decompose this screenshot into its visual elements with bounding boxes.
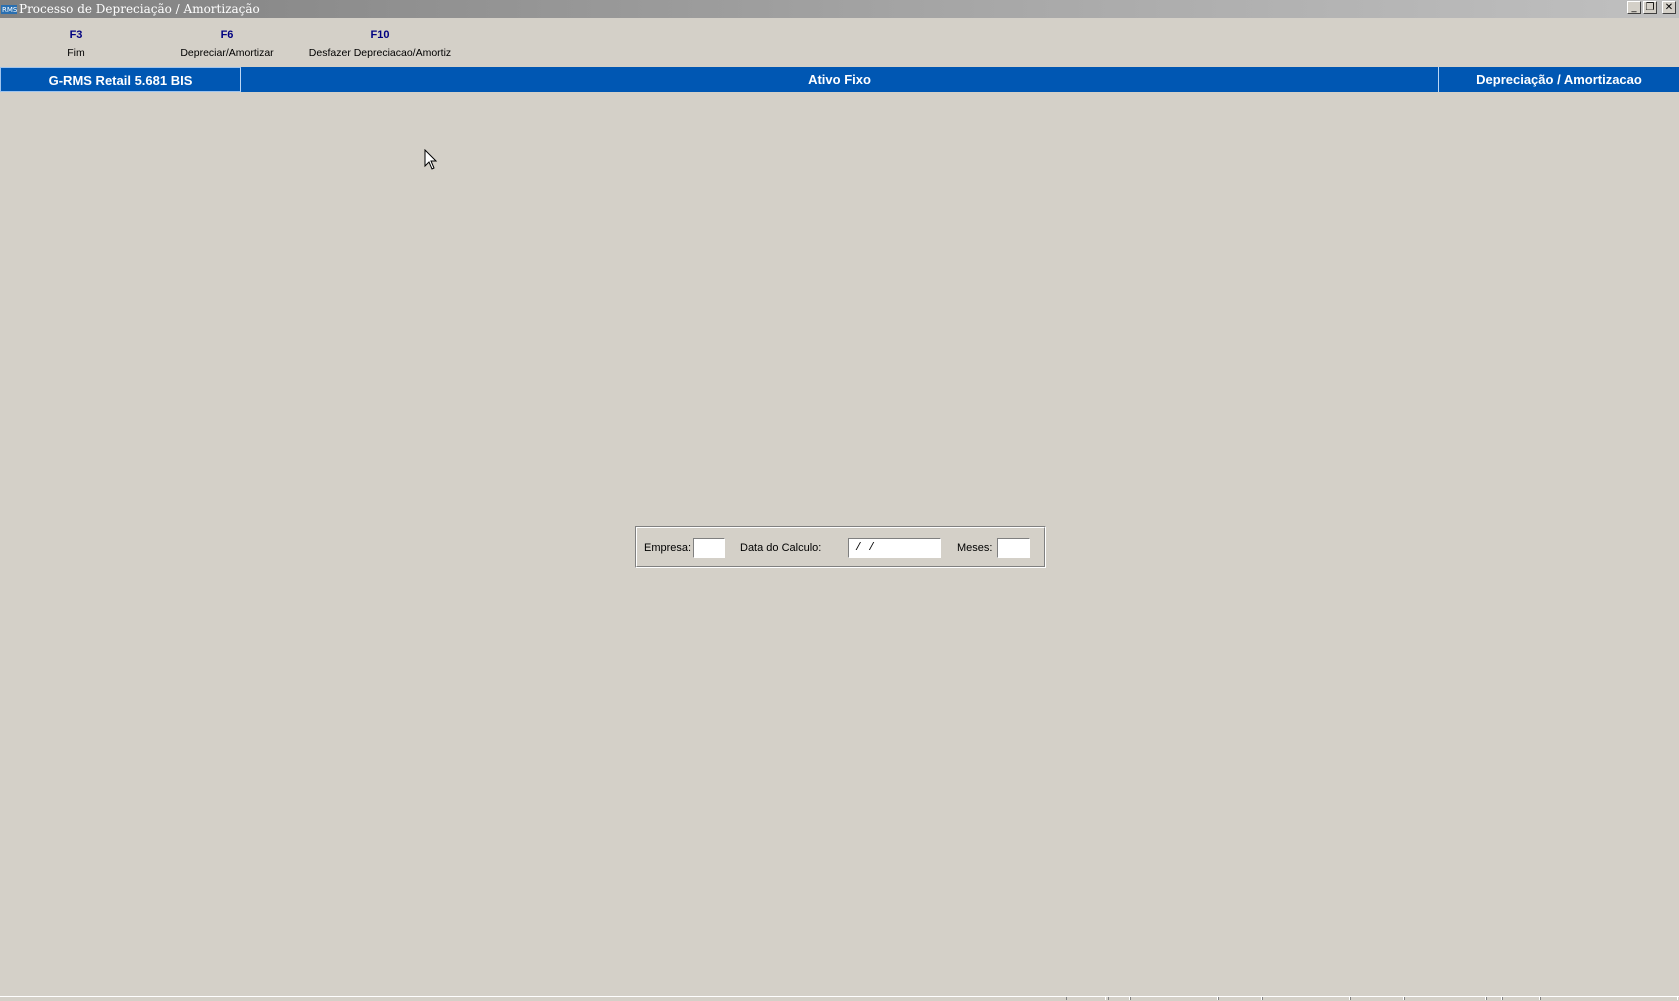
minimize-button[interactable]: _ [1627, 1, 1641, 14]
parameters-panel-inner: Empresa: Data do Calculo: Meses: [636, 527, 1045, 567]
restore-icon: ❐ [1645, 2, 1655, 13]
svg-text:RMS: RMS [2, 6, 17, 14]
fim-label: Fim [67, 47, 85, 59]
empresa-label: Empresa: [644, 542, 692, 554]
data-calculo-input[interactable] [848, 538, 941, 558]
fim-button[interactable]: F3 Fim [46, 28, 106, 60]
module-header-bar: G-RMS Retail 5.681 BIS Ativo Fixo Deprec… [0, 67, 1679, 92]
depreciar-key: F6 [220, 29, 234, 41]
fim-key: F3 [69, 29, 83, 41]
empresa-input[interactable] [693, 538, 725, 558]
close-icon: ✕ [1664, 2, 1674, 13]
minimize-icon: _ [1631, 2, 1637, 13]
rms-app-icon: RMS [1, 5, 17, 14]
close-button[interactable]: ✕ [1662, 1, 1676, 14]
restore-button[interactable]: ❐ [1643, 1, 1657, 14]
window-title-bar: RMS Processo de Depreciação / Amortizaçã… [0, 0, 1679, 18]
depreciar-amortizar-button[interactable]: F6 Depreciar/Amortizar [172, 28, 282, 60]
app-version-label: G-RMS Retail 5.681 BIS [0, 67, 241, 92]
mouse-cursor-icon [424, 149, 438, 170]
desfazer-key: F10 [370, 29, 390, 41]
module-title: Ativo Fixo [808, 72, 871, 87]
meses-input[interactable] [997, 538, 1030, 558]
depreciar-label: Depreciar/Amortizar [180, 47, 274, 59]
parameters-panel: Empresa: Data do Calculo: Meses: [635, 526, 1046, 568]
desfazer-depreciacao-button[interactable]: F10 Desfazer Depreciacao/Amortiz [300, 28, 460, 60]
meses-label: Meses: [957, 542, 993, 554]
window-title: Processo de Depreciação / Amortização [19, 2, 260, 16]
screen-title: Depreciação / Amortizacao [1438, 67, 1679, 92]
desfazer-label: Desfazer Depreciacao/Amortiz [308, 47, 452, 59]
function-key-toolbar: F3 Fim F6 Depreciar/Amortizar F10 Desfaz… [0, 18, 1679, 66]
data-calculo-label: Data do Calculo: [740, 542, 822, 554]
